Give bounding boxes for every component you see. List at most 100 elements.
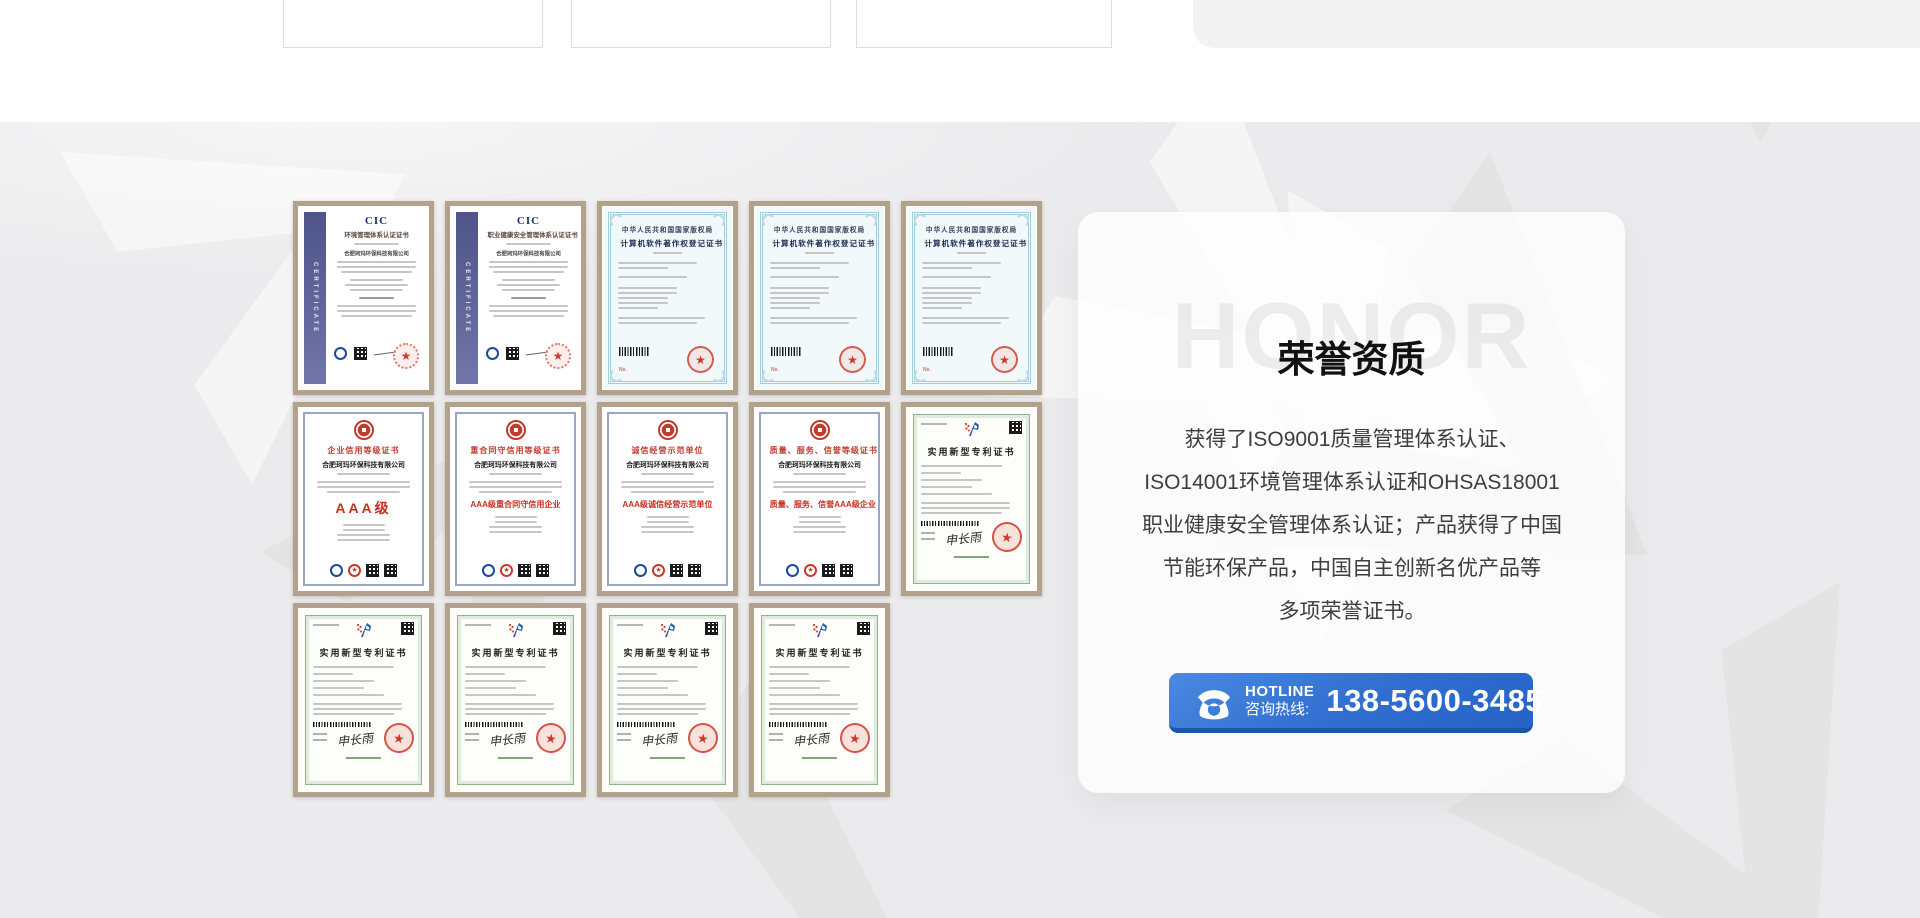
certificate-number-line <box>617 624 643 626</box>
hotline-button[interactable]: HOTLINE 咨询热线: 138-5600-3485 <box>1169 673 1533 733</box>
certificate-number-line <box>769 624 795 626</box>
issuing-authority: 中华人民共和国国家版权局 <box>772 225 866 235</box>
barcode-icon <box>313 722 372 727</box>
certificate-title: 计算机软件著作权登记证书 <box>772 238 866 248</box>
accreditation-logo-icon <box>330 564 343 577</box>
qr-code-icon <box>670 564 683 577</box>
project-photo-card-1[interactable] <box>283 0 543 48</box>
cic-logo: CIC <box>332 215 421 227</box>
top-right-panel-fragment <box>1193 0 1920 48</box>
description-line: 获得了ISO9001质量管理体系认证、 <box>1102 418 1602 461</box>
certificate-title: 计算机软件著作权登记证书 <box>620 238 714 248</box>
barcode-icon <box>921 521 980 526</box>
footer-line <box>802 757 836 759</box>
certificate-utility-patent[interactable]: 实用新型专利证书 申长雨 ★ <box>901 402 1042 596</box>
cic-mark-icon <box>334 347 347 360</box>
red-star-stamp-icon: ★ <box>348 564 361 577</box>
certificate-credit-rating[interactable]: 企业信用等级证书 合肥珂玛环保科技有限公司 AAA级 ★ <box>293 402 434 596</box>
certificate-utility-patent[interactable]: 实用新型专利证书 申长雨 ★ <box>597 603 738 797</box>
certificate-software-copyright[interactable]: 中华人民共和国国家版权局 计算机软件著作权登记证书 No. ★ <box>901 201 1042 395</box>
qr-code-icon <box>536 564 549 577</box>
qr-code-icon <box>366 564 379 577</box>
commissioner-signature: 申长雨 <box>792 729 830 750</box>
accreditation-logo-icon <box>634 564 647 577</box>
issuing-authority: 中华人民共和国国家版权局 <box>620 225 714 235</box>
cic-mark-icon <box>486 347 499 360</box>
qr-code-icon <box>822 564 835 577</box>
cnipa-logo-icon <box>962 421 982 437</box>
certificate-title: 质量、服务、信誉等级证书 <box>770 444 870 455</box>
certificate-title: 环境管理体系认证证书 <box>336 230 418 239</box>
barcode-icon <box>619 347 649 356</box>
certificate-side-band: CERTIFICATE <box>456 212 478 384</box>
signature-labels <box>313 733 327 735</box>
certificate-utility-patent[interactable]: 实用新型专利证书 申长雨 ★ <box>749 603 890 797</box>
commissioner-signature: 申长雨 <box>488 729 526 750</box>
qr-code-icon <box>506 347 519 360</box>
cic-logo: CIC <box>484 215 573 227</box>
description-line: 多项荣誉证书。 <box>1102 590 1602 633</box>
footer-line <box>346 757 380 759</box>
certificate-title: 实用新型专利证书 <box>617 646 718 659</box>
commissioner-signature: 申长雨 <box>336 729 374 750</box>
footer-line <box>498 757 532 759</box>
section-title: 荣誉资质 <box>1078 329 1625 383</box>
qr-code-icon <box>518 564 531 577</box>
phone-icon <box>1193 684 1235 720</box>
certificate-software-copyright[interactable]: 中华人民共和国国家版权局 计算机软件著作权登记证书 No. ★ <box>749 201 890 395</box>
cnipa-logo-icon <box>810 622 830 638</box>
award-grade: 质量、服务、信誉AAA级企业 <box>770 498 870 509</box>
certificate-credit-rating[interactable]: 诚信经营示范单位 合肥珂玛环保科技有限公司 AAA级诚信经营示范单位 ★ <box>597 402 738 596</box>
red-star-seal-icon: ★ <box>991 346 1018 373</box>
certificate-number: No. <box>923 367 931 373</box>
barcode-icon <box>617 722 676 727</box>
signature-labels <box>921 532 935 534</box>
red-star-seal-icon: ★ <box>393 343 419 369</box>
project-photo-card-2[interactable] <box>571 0 831 48</box>
page: CERTIFICATE CIC 环境管理体系认证证书 合肥珂玛环保科技有限公司 … <box>0 0 1920 918</box>
certificate-software-copyright[interactable]: 中华人民共和国国家版权局 计算机软件著作权登记证书 No. ★ <box>597 201 738 395</box>
company-name: 合肥珂玛环保科技有限公司 <box>619 459 716 469</box>
certificate-utility-patent[interactable]: 实用新型专利证书 申长雨 ★ <box>445 603 586 797</box>
red-medallion-icon <box>354 420 374 440</box>
red-round-seal-icon: ★ <box>838 721 872 755</box>
certificate-cic[interactable]: CERTIFICATE CIC 环境管理体系认证证书 合肥珂玛环保科技有限公司 … <box>293 201 434 395</box>
issuing-authority: 中华人民共和国国家版权局 <box>924 225 1018 235</box>
hotline-number: 138-5600-3485 <box>1326 683 1543 719</box>
qr-code-icon <box>553 622 566 635</box>
qr-code-icon <box>688 564 701 577</box>
certificate-side-band: CERTIFICATE <box>304 212 326 384</box>
red-star-stamp-icon: ★ <box>804 564 817 577</box>
award-grade: AAA级 <box>311 498 416 518</box>
certificate-number: No. <box>619 367 627 373</box>
qr-code-icon <box>840 564 853 577</box>
certificate-title: 诚信经营示范单位 <box>618 444 718 455</box>
red-star-seal-icon: ★ <box>545 343 571 369</box>
signature-labels <box>769 733 783 735</box>
barcode-icon <box>923 347 953 356</box>
section-description: 获得了ISO9001质量管理体系认证、 ISO14001环境管理体系认证和OHS… <box>1102 418 1602 633</box>
award-grade: AAA级诚信经营示范单位 <box>618 498 718 509</box>
award-grade: AAA级重合同守信用企业 <box>466 498 566 509</box>
certificate-title: 实用新型专利证书 <box>921 445 1022 458</box>
description-line: ISO14001环境管理体系认证和OHSAS18001 <box>1102 461 1602 504</box>
signature-labels <box>465 733 479 735</box>
certificate-utility-patent[interactable]: 实用新型专利证书 申长雨 ★ <box>293 603 434 797</box>
red-medallion-icon <box>810 420 830 440</box>
hotline-label-zh: 咨询热线: <box>1245 701 1314 718</box>
certificate-cic[interactable]: CERTIFICATE CIC 职业健康安全管理体系认证证书 合肥珂玛环保科技有… <box>445 201 586 395</box>
cnipa-logo-icon <box>506 622 526 638</box>
red-star-seal-icon: ★ <box>839 346 866 373</box>
description-line: 职业健康安全管理体系认证；产品获得了中国 <box>1102 504 1602 547</box>
certificate-credit-rating[interactable]: 质量、服务、信誉等级证书 合肥珂玛环保科技有限公司 质量、服务、信誉AAA级企业… <box>749 402 890 596</box>
red-star-seal-icon: ★ <box>687 346 714 373</box>
honor-panel: HONOR 荣誉资质 获得了ISO9001质量管理体系认证、 ISO14001环… <box>1078 212 1625 793</box>
project-photo-card-3[interactable] <box>856 0 1112 48</box>
red-round-seal-icon: ★ <box>534 721 568 755</box>
certificate-title: 计算机软件著作权登记证书 <box>924 238 1018 248</box>
red-medallion-icon <box>506 420 526 440</box>
certificate-title: 企业信用等级证书 <box>314 444 414 455</box>
certificate-credit-rating[interactable]: 重合同守信用等级证书 合肥珂玛环保科技有限公司 AAA级重合同守信用企业 ★ <box>445 402 586 596</box>
red-star-stamp-icon: ★ <box>500 564 513 577</box>
company-name: 合肥珂玛环保科技有限公司 <box>488 249 568 257</box>
